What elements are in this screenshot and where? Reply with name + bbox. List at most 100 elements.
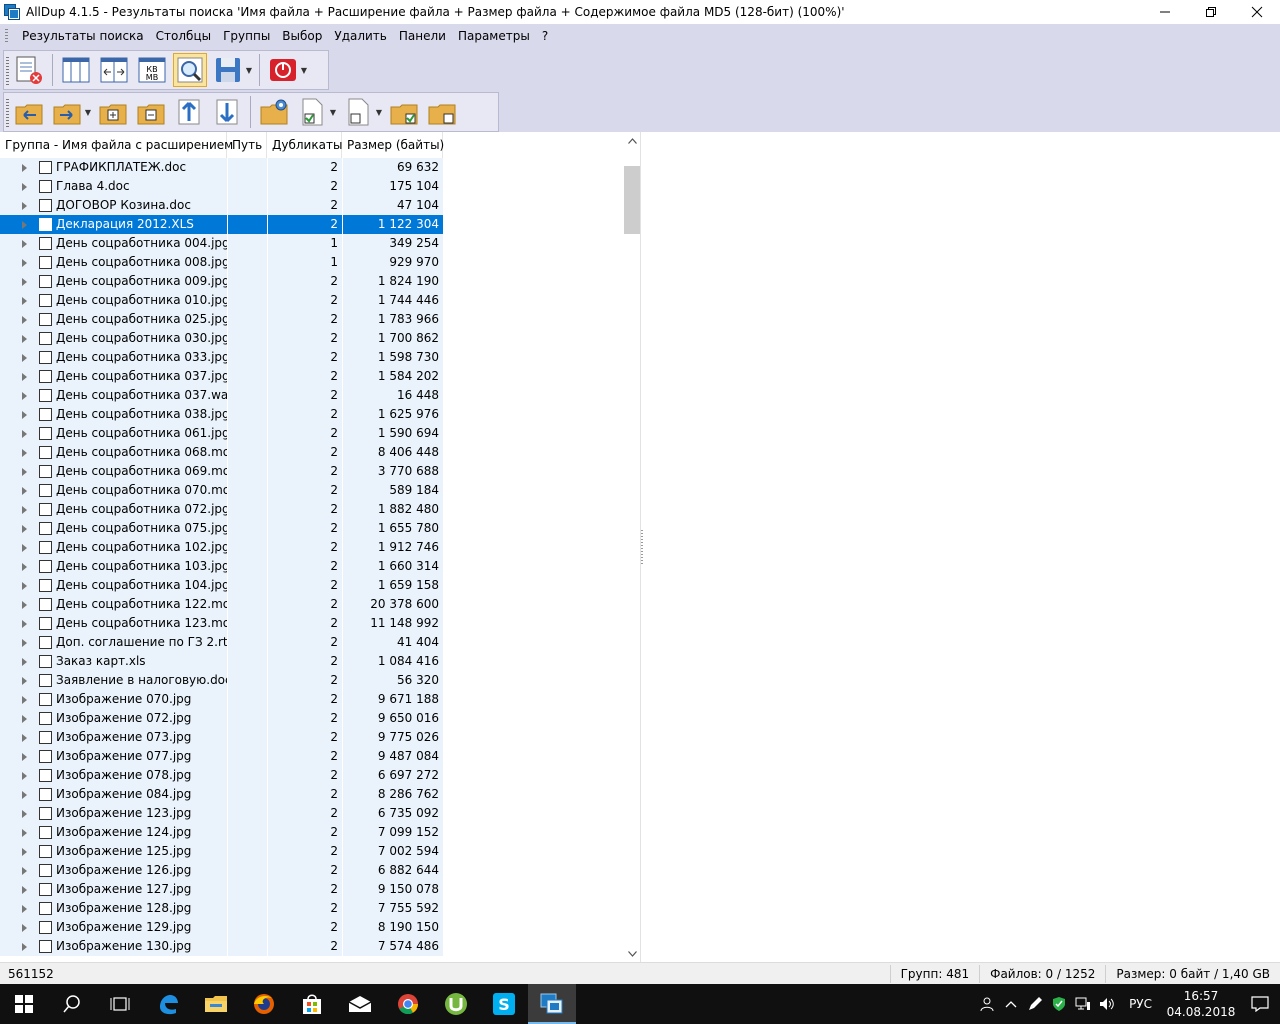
action-center-button[interactable]: [1240, 984, 1280, 1024]
row-checkbox[interactable]: [39, 332, 52, 345]
expand-triangle-icon[interactable]: [22, 410, 27, 419]
row-name-cell[interactable]: ГРАФИКПЛАТЕЖ.doc: [0, 158, 227, 177]
menu-delete[interactable]: Удалить: [328, 25, 393, 47]
alldup-taskbar-button[interactable]: [528, 984, 576, 1024]
row-checkbox[interactable]: [39, 541, 52, 554]
row-name-cell[interactable]: Изображение 072.jpg: [0, 709, 227, 728]
minimize-button[interactable]: [1142, 0, 1188, 24]
table-row[interactable]: Заявление в налоговую.doc 2 56 320: [0, 671, 443, 690]
row-checkbox[interactable]: [39, 807, 52, 820]
row-name-cell[interactable]: День соцработника 038.jpg: [0, 405, 227, 424]
mail-taskbar-button[interactable]: [336, 984, 384, 1024]
row-name-cell[interactable]: Изображение 127.jpg: [0, 880, 227, 899]
undo-button[interactable]: [12, 95, 46, 129]
expand-triangle-icon[interactable]: [22, 771, 27, 780]
columns-button[interactable]: [59, 53, 93, 87]
row-checkbox[interactable]: [39, 598, 52, 611]
table-row[interactable]: Изображение 127.jpg 2 9 150 078: [0, 880, 443, 899]
row-name-cell[interactable]: Заявление в налоговую.doc: [0, 671, 227, 690]
expand-triangle-icon[interactable]: [22, 885, 27, 894]
expand-triangle-icon[interactable]: [22, 714, 27, 723]
table-row[interactable]: День соцработника 004.jpg 1 349 254: [0, 234, 443, 253]
row-name-cell[interactable]: День соцработника 070.mov: [0, 481, 227, 500]
table-row[interactable]: День соцработника 010.jpg 2 1 744 446: [0, 291, 443, 310]
row-name-cell[interactable]: Изображение 129.jpg: [0, 918, 227, 937]
row-checkbox[interactable]: [39, 503, 52, 516]
row-name-cell[interactable]: Изображение 124.jpg: [0, 823, 227, 842]
table-row[interactable]: День соцработника 070.mov 2 589 184: [0, 481, 443, 500]
table-row[interactable]: День соцработника 122.mov 2 20 378 600: [0, 595, 443, 614]
column-header-name[interactable]: Группа - Имя файла с расширением: [0, 132, 233, 158]
expand-triangle-icon[interactable]: [22, 828, 27, 837]
scroll-down-button[interactable]: [624, 945, 640, 962]
row-checkbox[interactable]: [39, 693, 52, 706]
expand-triangle-icon[interactable]: [22, 790, 27, 799]
row-name-cell[interactable]: Декларация 2012.XLS: [0, 215, 227, 234]
row-name-cell[interactable]: Изображение 078.jpg: [0, 766, 227, 785]
row-checkbox[interactable]: [39, 940, 52, 953]
expand-triangle-icon[interactable]: [22, 695, 27, 704]
row-checkbox[interactable]: [39, 883, 52, 896]
row-name-cell[interactable]: День соцработника 068.mov: [0, 443, 227, 462]
table-row[interactable]: День соцработника 104.jpg 2 1 659 158: [0, 576, 443, 595]
row-name-cell[interactable]: День соцработника 104.jpg: [0, 576, 227, 595]
row-checkbox[interactable]: [39, 712, 52, 725]
row-checkbox[interactable]: [39, 180, 52, 193]
expand-triangle-icon[interactable]: [22, 220, 27, 229]
expand-triangle-icon[interactable]: [22, 942, 27, 951]
table-row[interactable]: Изображение 123.jpg 2 6 735 092: [0, 804, 443, 823]
table-row[interactable]: Глава 4.doc 2 175 104: [0, 177, 443, 196]
expand-triangle-icon[interactable]: [22, 353, 27, 362]
uncheck-file-button[interactable]: [341, 95, 375, 129]
expand-triangle-icon[interactable]: [22, 467, 27, 476]
alldup-app-icon[interactable]: [4, 4, 20, 20]
scroll-up-button[interactable]: [624, 132, 640, 149]
expand-triangle-icon[interactable]: [22, 239, 27, 248]
menu-settings[interactable]: Параметры: [452, 25, 536, 47]
table-row[interactable]: День соцработника 009.jpg 2 1 824 190: [0, 272, 443, 291]
folder-settings-button[interactable]: [257, 95, 291, 129]
row-name-cell[interactable]: День соцработника 122.mov: [0, 595, 227, 614]
utorrent-taskbar-button[interactable]: [432, 984, 480, 1024]
row-checkbox[interactable]: [39, 370, 52, 383]
check-folder-button[interactable]: [387, 95, 421, 129]
table-row[interactable]: Изображение 077.jpg 2 9 487 084: [0, 747, 443, 766]
close-button[interactable]: [1234, 0, 1280, 24]
pen-tray-icon[interactable]: [1023, 984, 1047, 1024]
column-header-duplicates[interactable]: Дубликаты: [267, 132, 342, 158]
table-row[interactable]: ДОГОВОР Козина.doc 2 47 104: [0, 196, 443, 215]
table-row[interactable]: День соцработника 025.jpg 2 1 783 966: [0, 310, 443, 329]
row-checkbox[interactable]: [39, 636, 52, 649]
row-name-cell[interactable]: День соцработника 061.jpg: [0, 424, 227, 443]
clock[interactable]: 16:57 04.08.2018: [1162, 988, 1240, 1020]
table-row[interactable]: День соцработника 072.jpg 2 1 882 480: [0, 500, 443, 519]
expand-triangle-icon[interactable]: [22, 486, 27, 495]
network-icon[interactable]: [1071, 984, 1095, 1024]
row-name-cell[interactable]: Изображение 084.jpg: [0, 785, 227, 804]
expand-triangle-icon[interactable]: [22, 638, 27, 647]
expand-triangle-icon[interactable]: [22, 524, 27, 533]
search-taskbar-button[interactable]: [48, 984, 96, 1024]
row-checkbox[interactable]: [39, 256, 52, 269]
check-file-button[interactable]: [295, 95, 329, 129]
expand-triangle-icon[interactable]: [22, 505, 27, 514]
firefox-taskbar-button[interactable]: [240, 984, 288, 1024]
preview-button[interactable]: [173, 53, 207, 87]
row-checkbox[interactable]: [39, 921, 52, 934]
row-name-cell[interactable]: Доп. соглашение по ГЗ 2.rtf: [0, 633, 227, 652]
table-row[interactable]: Заказ карт.xls 2 1 084 416: [0, 652, 443, 671]
table-row[interactable]: Изображение 129.jpg 2 8 190 150: [0, 918, 443, 937]
row-name-cell[interactable]: Изображение 130.jpg: [0, 937, 227, 956]
row-checkbox[interactable]: [39, 161, 52, 174]
row-name-cell[interactable]: Глава 4.doc: [0, 177, 227, 196]
menu-selection[interactable]: Выбор: [276, 25, 328, 47]
row-name-cell[interactable]: Изображение 125.jpg: [0, 842, 227, 861]
collapse-groups-button[interactable]: [96, 95, 130, 129]
redo-dropdown-arrow[interactable]: ▼: [84, 108, 92, 117]
row-checkbox[interactable]: [39, 617, 52, 630]
expand-triangle-icon[interactable]: [22, 847, 27, 856]
expand-triangle-icon[interactable]: [22, 733, 27, 742]
splitter-grip[interactable]: [641, 530, 643, 566]
expand-triangle-icon[interactable]: [22, 277, 27, 286]
table-row[interactable]: Изображение 073.jpg 2 9 775 026: [0, 728, 443, 747]
